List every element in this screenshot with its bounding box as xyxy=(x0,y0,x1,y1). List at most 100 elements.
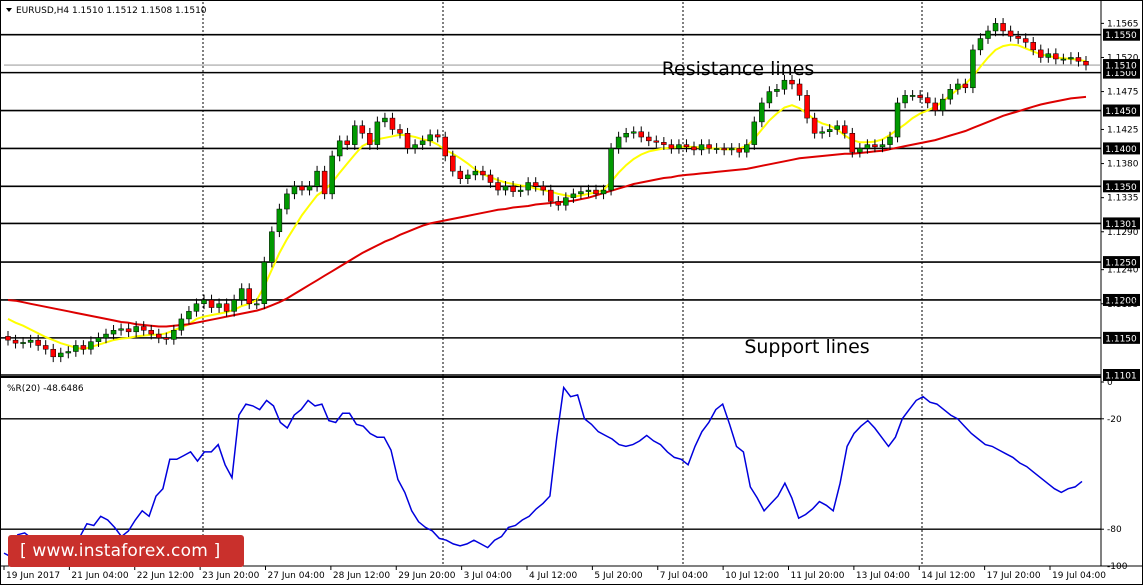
candle-body-33 xyxy=(254,303,260,306)
candle-body-108 xyxy=(819,131,825,134)
resistance-annotation: Resistance lines xyxy=(662,58,815,80)
candle-body-51 xyxy=(389,117,396,130)
candle-body-121 xyxy=(917,95,923,98)
candle-body-16 xyxy=(125,328,132,333)
candle-body-34 xyxy=(261,261,268,305)
candle-body-32 xyxy=(246,288,252,305)
candle-body-20 xyxy=(156,333,162,339)
candle-body-82 xyxy=(623,133,629,138)
candle-body-30 xyxy=(231,299,237,312)
candle-body-143 xyxy=(1083,61,1089,66)
candle-body-12 xyxy=(95,337,102,342)
candle-body-125 xyxy=(947,89,954,100)
candle-body-3 xyxy=(27,339,34,343)
candle-body-92 xyxy=(698,144,705,151)
candle-body-84 xyxy=(638,131,644,138)
candle-body-78 xyxy=(593,189,599,195)
candle-body-132 xyxy=(1000,23,1006,32)
candle-body-56 xyxy=(427,134,433,142)
y-tick-label-8: 1.1195 xyxy=(1107,300,1139,310)
y-tick-label-6: 1.1290 xyxy=(1107,228,1139,238)
x-tick-label-7: 3 Jul 04:00 xyxy=(464,571,513,581)
candle-body-83 xyxy=(630,131,637,134)
candle-body-101 xyxy=(766,91,773,104)
candle-body-72 xyxy=(548,189,554,202)
candle-body-70 xyxy=(532,182,539,187)
candle-body-25 xyxy=(193,303,200,312)
candle-body-138 xyxy=(1045,53,1052,58)
candle-body-111 xyxy=(842,125,848,134)
candle-body-135 xyxy=(1022,38,1029,43)
candle-body-46 xyxy=(352,125,358,145)
candle-body-50 xyxy=(382,117,388,123)
candle-body-88 xyxy=(668,144,675,149)
candle-body-115 xyxy=(872,144,878,148)
candle-body-134 xyxy=(1015,36,1021,39)
candle-body-0 xyxy=(5,336,11,341)
candle-body-128 xyxy=(970,49,976,89)
candle-body-37 xyxy=(284,193,290,210)
y-tick-label-4: 1.1380 xyxy=(1107,160,1139,170)
candle-body-21 xyxy=(163,337,170,340)
candle-body-140 xyxy=(1060,58,1067,61)
candle-body-47 xyxy=(359,125,366,134)
candle-body-141 xyxy=(1068,57,1074,60)
y-tick-label-7: 1.1240 xyxy=(1107,266,1139,276)
candle-body-52 xyxy=(397,129,403,134)
ma-fast-line xyxy=(7,43,1087,351)
candle-body-9 xyxy=(73,345,79,352)
candle-body-59 xyxy=(450,155,456,172)
y-tick-label-2: 1.1475 xyxy=(1107,88,1139,98)
candle-body-77 xyxy=(585,189,592,192)
candle-body-123 xyxy=(932,102,938,111)
candle-body-15 xyxy=(118,328,124,331)
candle-body-97 xyxy=(736,148,742,153)
candle-body-26 xyxy=(201,299,207,305)
candle-body-126 xyxy=(955,83,961,90)
candle-body-129 xyxy=(977,38,984,51)
candle-body-81 xyxy=(615,136,622,149)
x-tick-label-3: 23 Jun 20:00 xyxy=(202,571,259,581)
level-label-8: 1.1150 xyxy=(1105,334,1137,344)
candle-body-60 xyxy=(457,170,464,179)
level-label-3: 1.1400 xyxy=(1105,145,1137,155)
candle-body-74 xyxy=(563,197,569,206)
candle-body-79 xyxy=(600,189,607,195)
x-tick-label-0: 19 Jun 2017 xyxy=(6,571,60,581)
candle-body-86 xyxy=(653,140,660,143)
candle-body-57 xyxy=(434,134,441,138)
candle-body-65 xyxy=(495,182,501,191)
candle-body-28 xyxy=(216,303,222,308)
x-tick-label-6: 29 Jun 20:00 xyxy=(398,571,455,581)
candle-body-27 xyxy=(208,299,215,308)
y-tick-label-3: 1.1425 xyxy=(1107,125,1139,135)
candle-body-24 xyxy=(186,311,192,320)
candle-body-71 xyxy=(540,186,546,191)
x-tick-label-16: 19 Jul 04:00 xyxy=(1052,571,1106,581)
current-price-label: 1.1510 xyxy=(1105,62,1137,72)
candle-body-55 xyxy=(419,140,426,145)
candle-body-8 xyxy=(65,351,72,354)
candle-body-80 xyxy=(608,148,614,191)
level-label-0: 1.1550 xyxy=(1105,31,1137,41)
candle-body-73 xyxy=(555,201,562,206)
candle-body-19 xyxy=(148,330,154,335)
candle-body-66 xyxy=(502,186,509,191)
y-tick-label-0: 1.1565 xyxy=(1107,19,1139,29)
x-tick-label-2: 22 Jun 12:00 xyxy=(137,571,194,581)
candle-body-87 xyxy=(661,142,667,145)
wpr-tick-label-2: -80 xyxy=(1107,525,1122,535)
candle-body-39 xyxy=(299,186,305,191)
x-tick-label-12: 11 Jul 20:00 xyxy=(791,571,845,581)
candle-body-105 xyxy=(796,83,803,96)
candle-body-137 xyxy=(1038,49,1044,58)
candle-body-142 xyxy=(1075,57,1082,62)
candle-body-2 xyxy=(20,342,26,344)
candle-body-104 xyxy=(789,79,795,85)
candle-body-18 xyxy=(140,326,147,331)
candle-body-107 xyxy=(811,117,818,134)
candle-body-89 xyxy=(676,144,682,149)
candle-body-112 xyxy=(849,133,856,153)
candle-body-124 xyxy=(940,98,946,111)
candle-body-103 xyxy=(781,79,788,90)
